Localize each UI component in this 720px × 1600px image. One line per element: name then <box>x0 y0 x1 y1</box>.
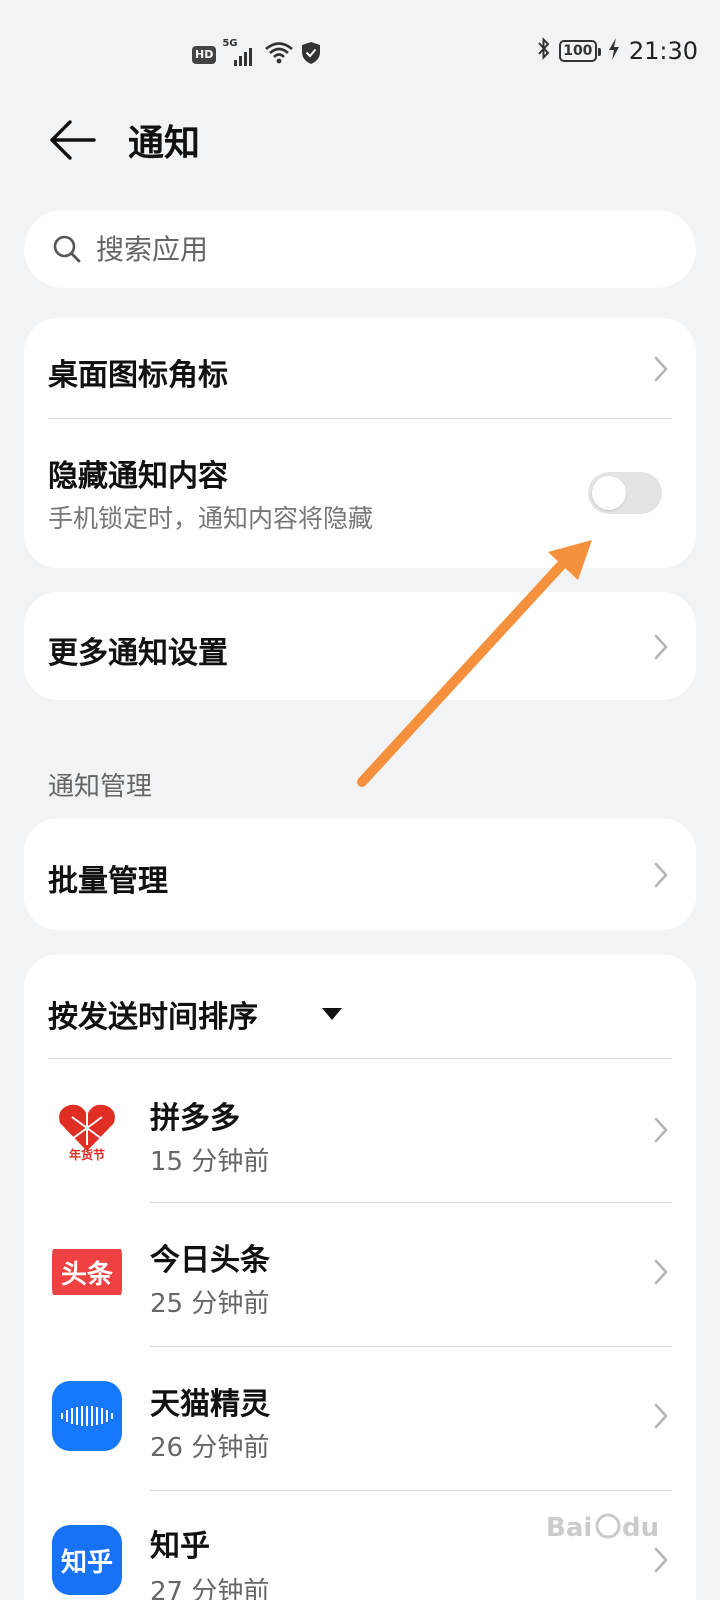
back-button[interactable] <box>44 116 100 164</box>
app-last-notified: 25 分钟前 <box>150 1289 270 1319</box>
app-row-toutiao[interactable]: 头条 今日头条 25 分钟前 <box>24 1203 696 1346</box>
toutiao-logo: 头条 <box>52 1249 122 1295</box>
battery-icon: 100 <box>558 40 601 62</box>
more-settings-label: 更多通知设置 <box>48 636 228 671</box>
pinduoduo-app-icon: 年货节 <box>52 1095 122 1165</box>
app-row-pinduoduo[interactable]: 年货节 拼多多 15 分钟前 <box>24 1059 696 1202</box>
chevron-right-icon <box>654 862 668 888</box>
status-bar-right: 100 21:30 <box>535 36 698 66</box>
signal-icon: 5G <box>222 38 258 68</box>
batch-management-row[interactable]: 批量管理 <box>24 818 696 930</box>
badge-setting-label: 桌面图标角标 <box>48 358 228 393</box>
app-name: 天猫精灵 <box>150 1387 270 1422</box>
toutiao-icon-label: 头条 <box>60 1259 113 1290</box>
section-label-notification-management: 通知管理 <box>48 772 153 802</box>
hide-content-toggle[interactable] <box>588 472 662 514</box>
more-settings-row[interactable]: 更多通知设置 <box>24 592 696 700</box>
toutiao-app-icon: 头条 <box>52 1237 122 1307</box>
more-settings-card: 更多通知设置 <box>24 592 696 700</box>
bluetooth-icon <box>535 36 553 66</box>
toggle-knob <box>592 476 626 510</box>
settings-card: 桌面图标角标 隐藏通知内容 手机锁定时，通知内容将隐藏 <box>24 318 696 568</box>
svg-text:Bai: Bai <box>546 1513 592 1543</box>
search-bar[interactable] <box>24 210 696 288</box>
tmall-genie-app-icon <box>52 1381 122 1451</box>
page-title: 通知 <box>128 123 201 164</box>
batch-management-card: 批量管理 <box>24 818 696 930</box>
app-last-notified: 27 分钟前 <box>150 1577 270 1600</box>
notification-settings-page: HD 5G 100 21:30 通知 搜索应用 桌面图标角标 隐藏通知内容 手机… <box>0 0 720 1600</box>
sort-label: 按发送时间排序 <box>48 1000 258 1035</box>
chevron-right-icon <box>654 356 668 382</box>
watermark-logo-icon: Bai du <box>544 1496 684 1556</box>
page-header: 通知 <box>0 108 720 172</box>
zhihu-app-icon: 知乎 <box>52 1525 122 1595</box>
status-bar-left: HD 5G <box>192 38 322 70</box>
status-bar: HD 5G 100 21:30 <box>0 34 720 74</box>
app-row-tmall-genie[interactable]: 天猫精灵 26 分钟前 <box>24 1347 696 1490</box>
svg-text:du: du <box>622 1513 659 1543</box>
search-icon <box>53 235 81 263</box>
caret-down-icon <box>322 1008 342 1020</box>
hide-content-label: 隐藏通知内容 <box>48 459 228 494</box>
search-input[interactable] <box>96 224 656 274</box>
chevron-right-icon <box>654 634 668 660</box>
app-name: 拼多多 <box>150 1101 240 1136</box>
chevron-right-icon <box>654 1117 668 1143</box>
status-time: 21:30 <box>628 37 698 65</box>
hd-badge: HD <box>192 46 217 64</box>
hide-content-description: 手机锁定时，通知内容将隐藏 <box>48 504 374 533</box>
chevron-right-icon <box>654 1259 668 1285</box>
charging-icon <box>607 36 621 66</box>
pinduoduo-icon-label: 年货节 <box>68 1148 105 1162</box>
shield-icon <box>300 40 322 70</box>
chevron-right-icon <box>654 1403 668 1429</box>
sort-dropdown[interactable]: 按发送时间排序 <box>24 954 696 1058</box>
app-last-notified: 15 分钟前 <box>150 1147 270 1177</box>
app-name: 今日头条 <box>150 1243 270 1278</box>
zhihu-icon-label: 知乎 <box>60 1547 113 1578</box>
wifi-icon <box>264 40 294 70</box>
app-last-notified: 26 分钟前 <box>150 1433 270 1463</box>
app-name: 知乎 <box>150 1529 210 1564</box>
batch-management-label: 批量管理 <box>48 864 168 899</box>
badge-setting-row[interactable]: 桌面图标角标 <box>24 318 696 418</box>
arrow-left-icon <box>50 120 96 160</box>
